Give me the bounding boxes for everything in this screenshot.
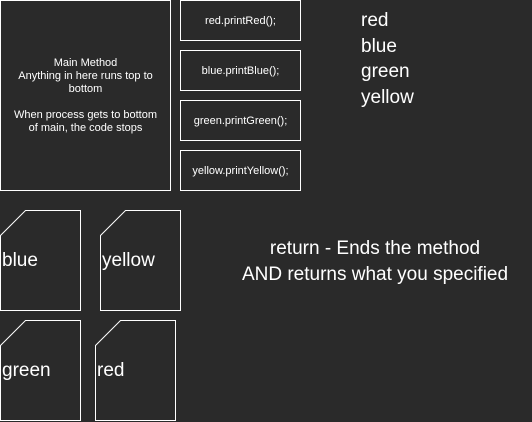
method-card-yellow-label: yellow bbox=[102, 250, 155, 271]
call-box-yellow: yellow.printYellow(); bbox=[180, 150, 301, 191]
main-method-desc-3: When process gets to bottom bbox=[13, 108, 158, 121]
call-box-green: green.printGreen(); bbox=[180, 100, 301, 141]
method-card-blue-label: blue bbox=[2, 250, 38, 271]
method-card-red-label: red bbox=[97, 360, 125, 381]
call-box-blue: blue.printBlue(); bbox=[180, 50, 301, 91]
output-line-red: red bbox=[361, 10, 389, 31]
main-method-title: Main Method bbox=[53, 56, 118, 69]
call-yellow-text: yellow.printYellow(); bbox=[192, 164, 289, 177]
main-method-desc-1: Anything in here runs top to bbox=[18, 69, 153, 82]
method-card-yellow: yellow bbox=[100, 210, 181, 311]
main-method-desc-4: of main, the code stops bbox=[28, 121, 143, 134]
main-method-box: Main Method Anything in here runs top to… bbox=[0, 0, 171, 191]
method-card-green: green bbox=[0, 320, 81, 421]
call-red-text: red.printRed(); bbox=[205, 14, 276, 27]
output-line-blue: blue bbox=[361, 35, 397, 57]
output-list: red blue green yellow bbox=[361, 8, 414, 110]
call-blue-text: blue.printBlue(); bbox=[201, 64, 280, 77]
output-line-green: green bbox=[361, 61, 410, 82]
call-box-red: red.printRed(); bbox=[180, 0, 301, 41]
method-card-red: red bbox=[95, 320, 176, 421]
call-green-text: green.printGreen(); bbox=[193, 114, 288, 127]
return-note: return - Ends the method AND returns wha… bbox=[215, 236, 532, 288]
return-note-line-1: return - Ends the method bbox=[269, 238, 481, 259]
method-card-green-label: green bbox=[2, 360, 51, 381]
return-note-line-2: AND returns what you specified bbox=[241, 264, 509, 285]
main-method-desc-2: bottom bbox=[68, 82, 103, 95]
output-line-yellow: yellow bbox=[361, 86, 414, 108]
method-card-blue: blue bbox=[0, 210, 81, 311]
